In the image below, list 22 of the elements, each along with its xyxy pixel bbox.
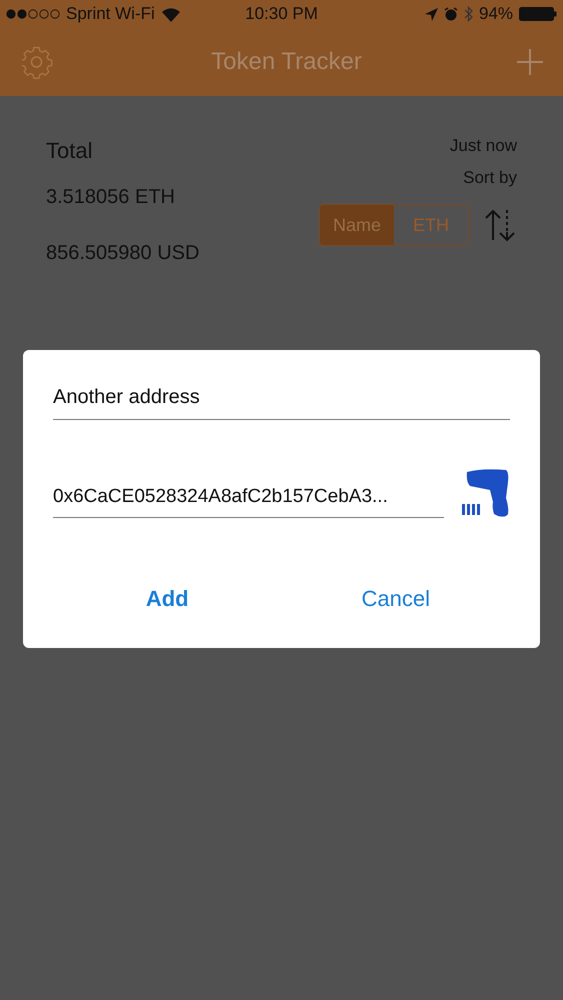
add-button[interactable]: Add <box>53 586 282 612</box>
battery-percent: 94% <box>478 4 514 24</box>
battery-icon <box>519 7 558 21</box>
bluetooth-icon <box>464 6 473 22</box>
updated-time: Just now <box>450 136 517 156</box>
status-time: 10:30 PM <box>245 4 318 24</box>
alarm-icon <box>444 7 458 21</box>
name-field[interactable]: Another address <box>53 386 510 420</box>
barcode-scanner-icon[interactable] <box>462 468 510 518</box>
sort-order-icon[interactable] <box>483 208 517 242</box>
address-field[interactable]: 0x6CaCE0528324A8afC2b157CebA3... <box>53 486 444 518</box>
carrier-name: Sprint Wi-Fi <box>66 4 155 24</box>
location-icon <box>424 8 438 20</box>
signal-icon <box>6 9 60 19</box>
app-title: Token Tracker <box>211 48 362 76</box>
eth-total: 3.518056 ETH <box>46 186 176 209</box>
sort-label: Sort by <box>463 168 517 188</box>
cancel-button[interactable]: Cancel <box>282 586 510 612</box>
total-label: Total <box>46 138 94 164</box>
usd-total: 856.505980 USD <box>46 242 200 265</box>
add-icon[interactable] <box>516 49 543 75</box>
wifi-icon <box>160 6 181 22</box>
